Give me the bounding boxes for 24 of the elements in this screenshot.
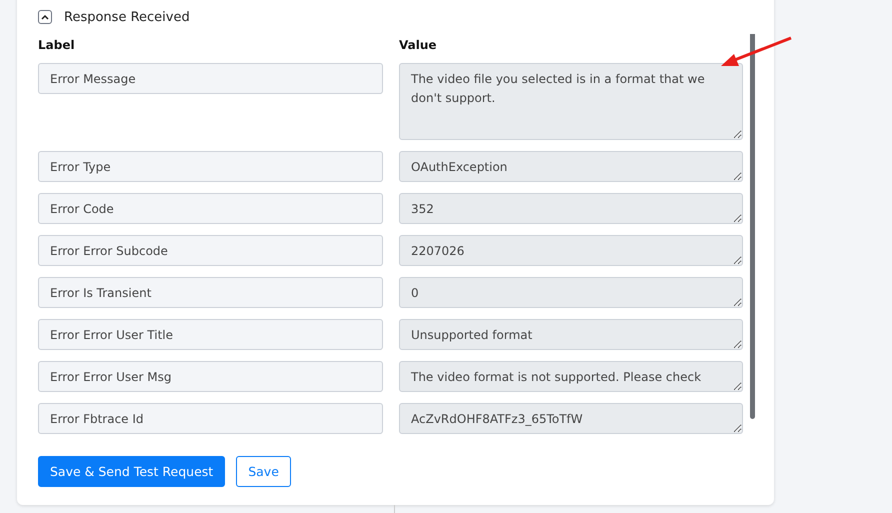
value-field[interactable]: The video format is not supported. Please check (399, 361, 743, 392)
label-field[interactable]: Error Fbtrace Id (38, 403, 383, 434)
label-field[interactable]: Error Code (38, 193, 383, 224)
label-field[interactable]: Error Error User Title (38, 319, 383, 350)
chevron-icon (41, 14, 49, 20)
value-field[interactable]: OAuthException (399, 151, 743, 182)
value-field[interactable]: The video file you selected is in a format that we don't support. (399, 63, 743, 140)
send-test-button[interactable]: Save & Send Test Request (38, 456, 226, 487)
label-field[interactable]: Error Type (38, 151, 383, 182)
label-field[interactable]: Error Is Transient (38, 277, 383, 308)
value-field[interactable]: Unsupported format (399, 319, 743, 350)
label-field[interactable]: Error Error Subcode (38, 235, 383, 266)
column-header: Label (38, 38, 76, 52)
value-field[interactable]: AcZvRdOHF8ATFz3_65ToTfW (399, 403, 743, 434)
label-field[interactable]: Error Error User Msg (38, 361, 383, 392)
value-field[interactable]: 352 (399, 193, 743, 224)
scrollbar-thumb[interactable] (750, 34, 755, 419)
value-field[interactable]: 2207026 (399, 235, 743, 266)
collapse-toggle[interactable] (38, 10, 52, 24)
section-title: Response Received (64, 10, 190, 24)
label-field[interactable]: Error Message (38, 63, 383, 94)
column-header: Value (399, 38, 438, 52)
value-field[interactable]: 0 (399, 277, 743, 308)
save-button[interactable]: Save (236, 456, 291, 487)
